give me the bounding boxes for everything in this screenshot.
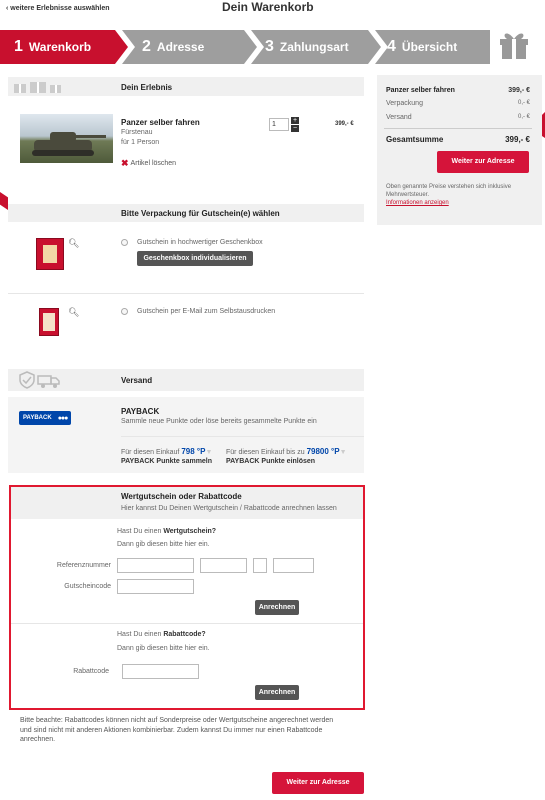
zoom-icon[interactable]: 🔍︎ [68,238,79,249]
gift-icon [497,27,531,61]
summary-verpackung: Verpackung [386,100,423,107]
ref-number-input-2[interactable] [200,558,247,573]
rabatt-note: Bitte beachte: Rabattcodes können nicht … [20,717,334,743]
voucher-header: Wertgutschein oder Rabattcode [121,492,242,501]
voucher-question-2-sub: Dann gib diesen bitte hier ein. [117,645,210,652]
versand-header: Versand [121,376,153,385]
shipping-icon [18,371,60,389]
divider [8,293,364,294]
option-email-label: Gutschein per E-Mail zum Selbstausdrucke… [137,308,276,315]
voucher-question-1: Hast Du einen Wertgutschein? [117,528,217,535]
page-title: Dein Warenkorb [222,0,314,14]
voucher-code-input[interactable] [117,579,194,594]
decor-swoosh-left [0,192,8,210]
option-geschenkbox-label: Gutschein in hochwertiger Geschenkbox [137,239,263,246]
step-zahlungsart: 3 Zahlungsart [251,30,381,64]
payback-redeem: Für diesen Einkauf bis zu 79800 °P▼ [226,447,347,456]
payback-collect: Für diesen Einkauf 798 °P▼ [121,447,213,456]
rabatt-code-input[interactable] [122,664,199,679]
checkout-steps: 1 Warenkorb 2 Adresse 3 Zahlungsart 4 Übersi… [0,30,545,64]
versand-header-bar [8,369,364,391]
voucher-code-label: Gutscheincode [64,583,111,590]
summary-total-label: Gesamtsumme [386,135,444,144]
payback-dots-icon: ●●● [57,414,69,422]
summary-verpackung-price: 0,- € [517,100,530,106]
geschenkbox-image[interactable] [36,238,64,270]
divider [11,623,363,624]
verpackung-header: Bitte Verpackung für Gutschein(e) wählen [121,209,280,218]
quantity-input[interactable]: 1 [269,118,289,131]
back-link[interactable]: ‹ weitere Erlebnisse auswählen [6,5,110,12]
rabatt-code-label: Rabattcode [73,668,109,675]
ref-number-input-3[interactable] [253,558,267,573]
product-name[interactable]: Panzer selber fahren [121,118,200,127]
rabatt-apply-button[interactable]: Anrechnen [255,685,299,700]
ref-number-label: Referenznummer [56,562,111,569]
payback-title: PAYBACK [121,407,160,416]
step-uebersicht: 4 Übersicht [375,30,490,64]
summary-versand: Versand [386,114,412,121]
payback-redeem-label[interactable]: PAYBACK Punkte einlösen [226,458,315,465]
quantity-decrease-button[interactable]: − [291,125,299,132]
divider [121,436,364,437]
continue-address-button[interactable]: Weiter zur Adresse [437,151,529,173]
delete-item-button[interactable]: ✖ Artikel löschen [121,158,176,169]
gift-boxes-icon [13,80,68,94]
step-warenkorb: 1 Warenkorb [0,30,128,64]
payback-logo: PAYBACK ●●● [19,411,71,425]
product-price: 399,- € [335,121,354,127]
summary-total-price: 399,- € [505,135,530,144]
payback-desc: Sammle neue Punkte oder löse bereits ges… [121,418,317,425]
summary-item-price: 399,- € [508,87,530,94]
ref-number-input-1[interactable] [117,558,194,573]
step-adresse: 2 Adresse [122,30,257,64]
product-image[interactable] [20,114,113,163]
tax-note: Oben genannte Preise verstehen sich inkl… [386,184,512,198]
continue-address-button-bottom[interactable]: Weiter zur Adresse [272,772,364,794]
ref-number-input-4[interactable] [273,558,314,573]
radio-geschenkbox[interactable] [121,239,128,246]
payback-collect-label: PAYBACK Punkte sammeln [121,458,213,465]
erlebnis-header: Dein Erlebnis [121,83,173,92]
divider [384,128,532,129]
email-voucher-image[interactable] [39,308,59,336]
voucher-subheader: Hier kannst Du Deinen Wertgutschein / Ra… [121,505,337,512]
voucher-question-1-sub: Dann gib diesen bitte hier ein. [117,541,210,548]
geschenkbox-customize-button[interactable]: Geschenkbox individualisieren [137,251,253,266]
quantity-increase-button[interactable]: + [291,117,299,124]
summary-item: Panzer selber fahren [386,87,455,94]
zoom-icon[interactable]: 🔍︎ [68,307,79,318]
product-persons: für 1 Person [121,139,160,146]
radio-email[interactable] [121,308,128,315]
summary-versand-price: 0,- € [517,114,530,120]
voucher-question-2: Hast Du einen Rabattcode? [117,631,206,638]
info-link[interactable]: Informationen anzeigen [386,200,449,206]
delete-x-icon: ✖ [121,158,129,168]
voucher-apply-button[interactable]: Anrechnen [255,600,299,615]
product-location: Fürstenau [121,129,153,136]
